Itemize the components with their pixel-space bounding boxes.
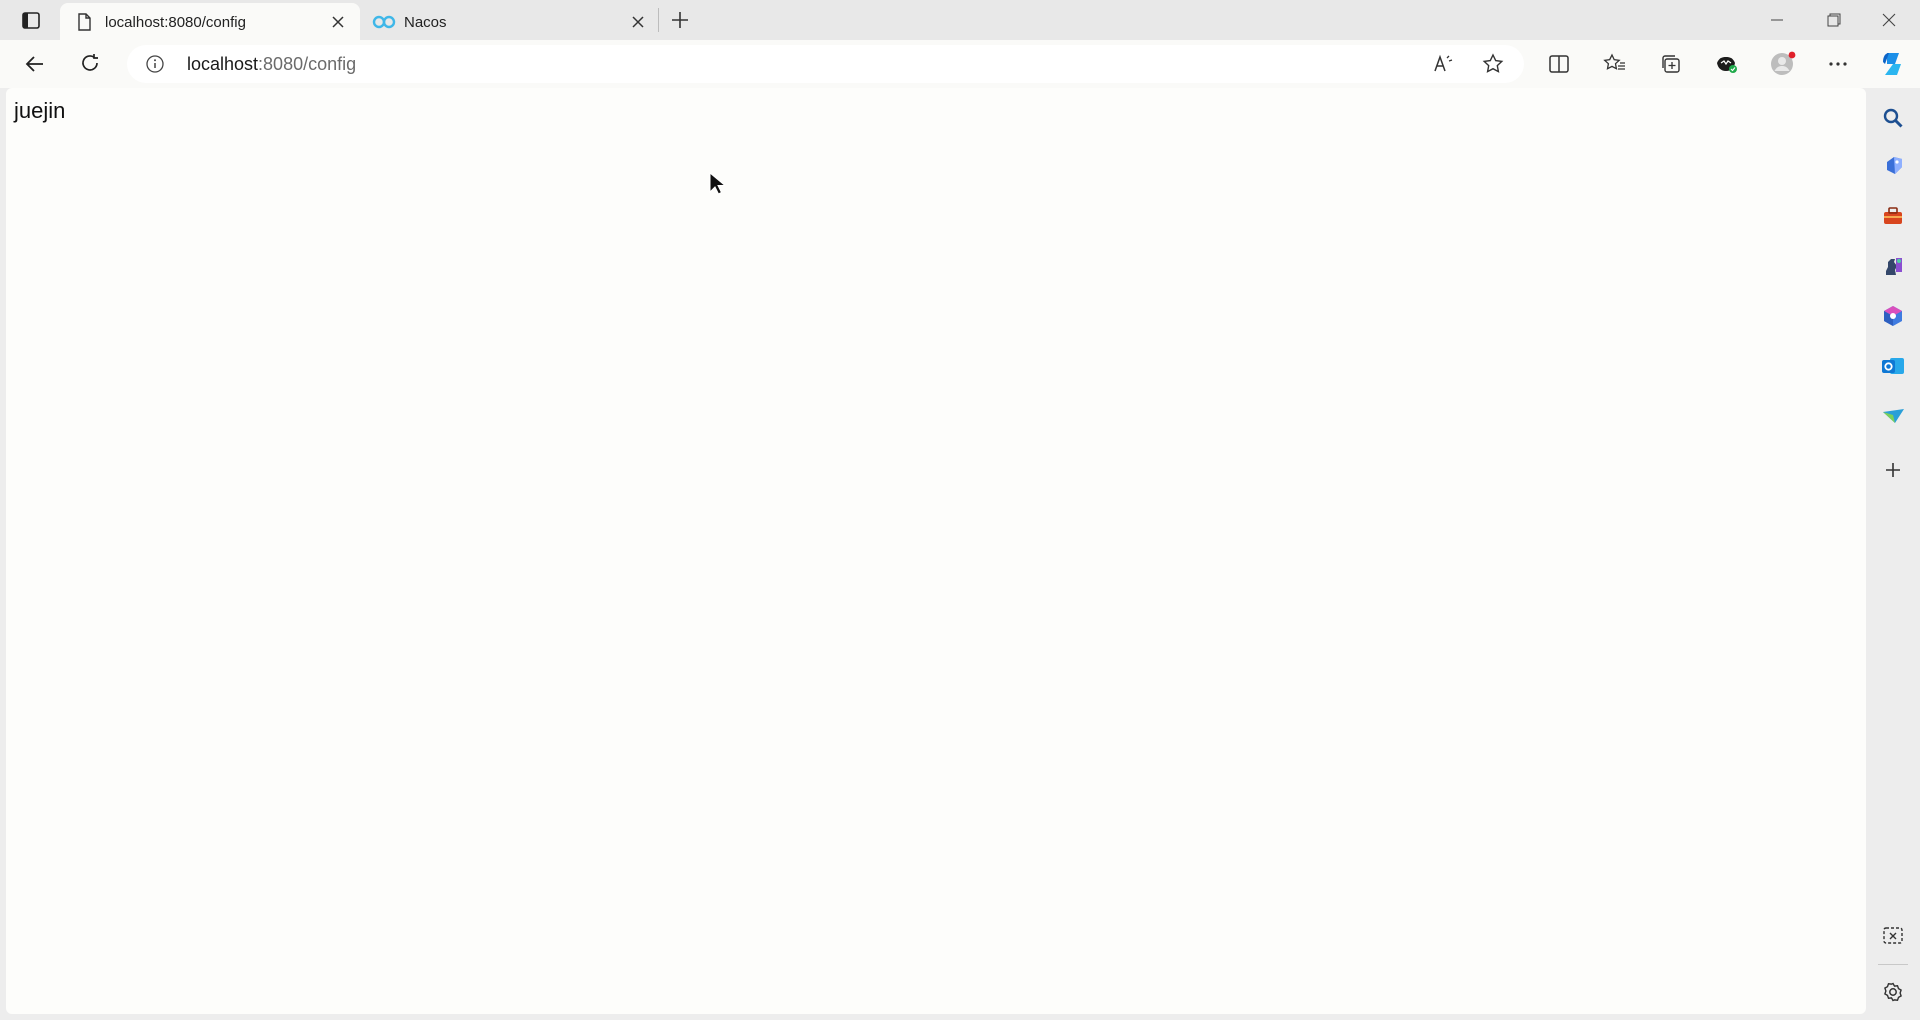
split-screen-button[interactable] (1541, 46, 1577, 82)
back-button[interactable] (17, 46, 53, 82)
collections-icon (1662, 55, 1680, 73)
games-icon (1886, 258, 1902, 275)
microsoft-365-icon (1884, 306, 1902, 326)
tab-separator (658, 8, 659, 32)
screenshot-icon (1883, 927, 1903, 944)
site-info-icon[interactable] (145, 54, 165, 74)
page-body-text: juejin (14, 98, 66, 123)
tab-actions-icon (22, 12, 40, 29)
browser-essentials-icon (1717, 57, 1737, 73)
edge-sidebar (1866, 88, 1920, 1020)
profile-avatar (1771, 51, 1796, 75)
favorites-button[interactable] (1597, 46, 1633, 82)
read-aloud-icon (1434, 54, 1453, 72)
refresh-button[interactable] (72, 46, 108, 82)
minimize-icon (1771, 19, 1783, 21)
minimize-button[interactable] (1749, 0, 1805, 40)
close-tab-icon[interactable] (628, 12, 648, 32)
shopping-icon (1887, 157, 1902, 174)
browser-essentials-button[interactable] (1708, 46, 1744, 82)
sidebar-divider (1878, 964, 1908, 965)
sidebar-shopping-button[interactable] (1875, 148, 1911, 184)
sidebar-settings-button[interactable] (1875, 974, 1911, 1010)
refresh-icon (82, 54, 98, 71)
sidebar-tools-button[interactable] (1875, 198, 1911, 234)
add-icon (1886, 463, 1900, 477)
profile-button[interactable] (1765, 46, 1801, 82)
tab-title: localhost:8080/config (105, 14, 246, 31)
search-icon (1883, 108, 1903, 128)
tab-actions-button[interactable] (14, 6, 46, 34)
sidebar-games-button[interactable] (1875, 248, 1911, 284)
copilot-icon (1883, 53, 1901, 75)
sidebar-add-button[interactable] (1875, 452, 1911, 488)
outlook-icon (1882, 358, 1904, 374)
sidebar-send-button[interactable] (1875, 398, 1911, 434)
copilot-button[interactable] (1874, 46, 1910, 82)
sidebar-microsoft-365-button[interactable] (1875, 298, 1911, 334)
read-aloud-button[interactable] (1425, 46, 1461, 82)
page-icon (78, 13, 91, 31)
url-path: :8080/config (258, 54, 357, 74)
plus-icon (672, 12, 688, 28)
sidebar-search-button[interactable] (1875, 100, 1911, 136)
add-favorite-button[interactable] (1475, 46, 1511, 82)
send-icon (1883, 409, 1904, 423)
tab-strip: localhost:8080/config Nacos (0, 0, 1920, 40)
favorites-icon (1603, 53, 1625, 70)
close-tab-icon[interactable] (328, 12, 348, 32)
restore-button[interactable] (1805, 0, 1861, 40)
tab-nacos[interactable]: Nacos (362, 3, 656, 40)
new-tab-button[interactable] (664, 6, 696, 34)
back-icon (25, 56, 43, 72)
more-options-icon (1829, 62, 1847, 66)
page-viewport: juejin (6, 88, 1866, 1014)
close-icon (1882, 13, 1896, 27)
add-favorite-icon (1482, 53, 1504, 73)
sidebar-screenshot-button[interactable] (1875, 918, 1911, 954)
tab-title: Nacos (404, 14, 447, 31)
nacos-logo-icon (372, 15, 396, 29)
tools-icon (1884, 207, 1902, 224)
settings-icon (1884, 982, 1902, 1002)
sidebar-outlook-button[interactable] (1875, 348, 1911, 384)
more-options-button[interactable] (1820, 46, 1856, 82)
tab-localhost-config[interactable]: localhost:8080/config (60, 3, 360, 40)
url-text[interactable]: localhost:8080/config (187, 54, 356, 75)
address-bar[interactable]: localhost:8080/config (127, 45, 1524, 83)
restore-icon (1827, 13, 1841, 27)
mouse-cursor (709, 172, 725, 195)
url-host: localhost (187, 54, 259, 74)
close-window-button[interactable] (1861, 0, 1917, 40)
collections-button[interactable] (1653, 46, 1689, 82)
split-screen-icon (1549, 55, 1569, 73)
